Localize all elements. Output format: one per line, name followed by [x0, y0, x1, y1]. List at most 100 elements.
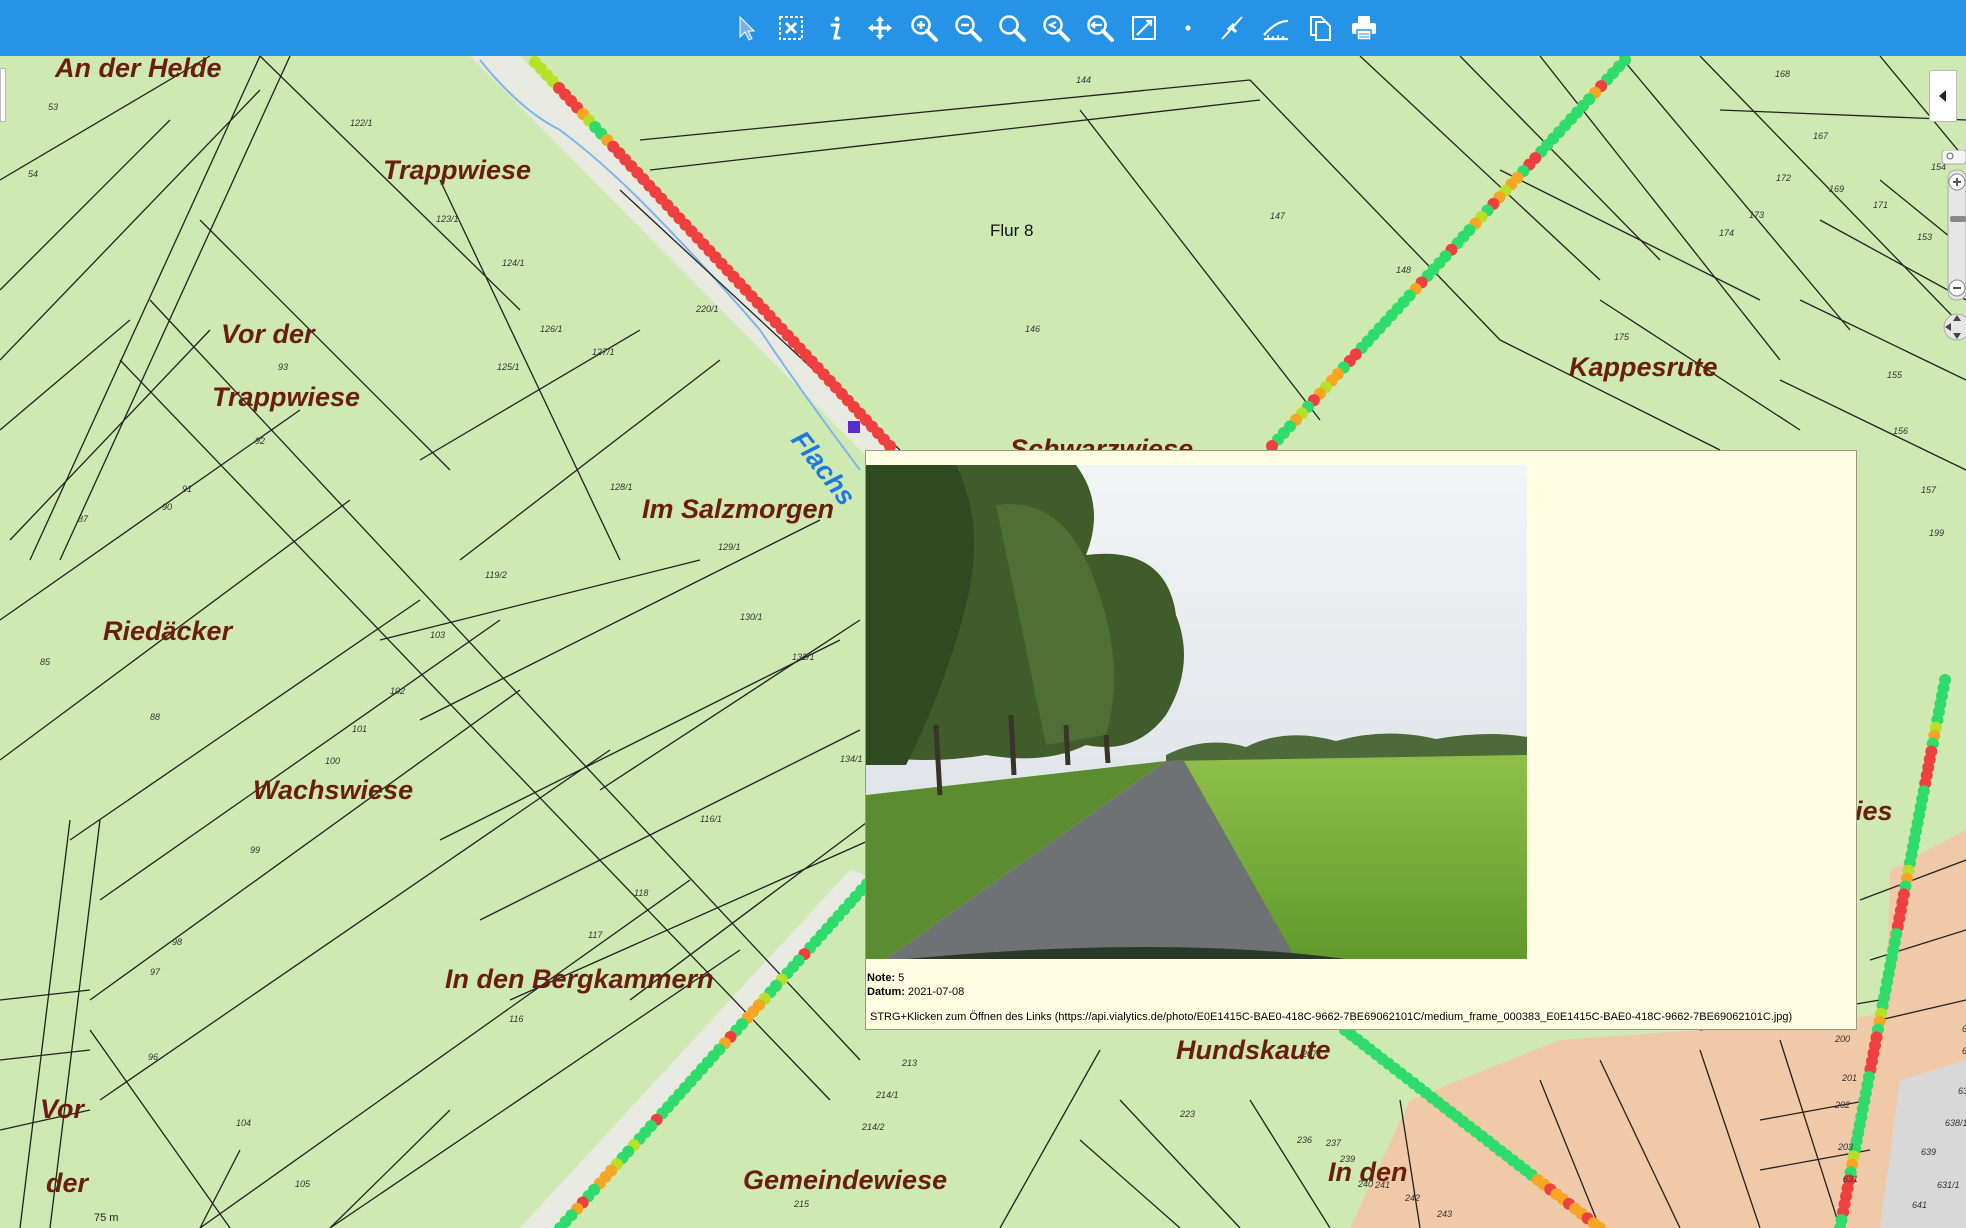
zoom-full-tool-button[interactable]: [993, 9, 1031, 47]
parcel-number: 200: [1834, 1034, 1850, 1044]
parcel-number: 146: [1025, 324, 1040, 334]
parcel-number: 126/1: [540, 324, 563, 334]
field-label-vor-der-trappwiese: Trappwiese: [212, 382, 360, 412]
parcel-number: 91: [182, 484, 192, 494]
parcel-number: 155: [1887, 370, 1903, 380]
parcel-number: 103: [430, 630, 445, 640]
field-label-der: der: [46, 1168, 90, 1198]
parcel-number: 54: [28, 169, 38, 179]
parcel-number: 240: [1357, 1179, 1373, 1189]
arrow-pointer-icon: [739, 15, 756, 41]
parcel-number: 122/1: [350, 118, 373, 128]
zoom-in-tool-button[interactable]: [905, 9, 943, 47]
parcel-number: 201: [1841, 1073, 1857, 1083]
photo-link[interactable]: STRG+Klicken zum Öffnen des Links (https…: [870, 1011, 1792, 1023]
zoom-back-icon: [1043, 15, 1070, 42]
parcel-number: 168: [1775, 69, 1790, 79]
move-arrows-icon: [868, 16, 892, 40]
zoom-previous-tool-button[interactable]: [1037, 9, 1075, 47]
date-row: Datum: 2021-07-08: [867, 986, 964, 998]
search-icon-box: [1941, 149, 1966, 165]
parcel-number: 633: [1962, 1024, 1966, 1034]
parcel-number: 93: [278, 362, 288, 372]
parcel-number: 214/2: [861, 1122, 885, 1132]
zoom-out-tool-button[interactable]: [949, 9, 987, 47]
parcel-number: 242: [1404, 1193, 1420, 1203]
field-label-vor-der: Vor der: [221, 319, 316, 349]
print-tool-button[interactable]: [1345, 9, 1383, 47]
parcel-number: 100: [325, 756, 340, 766]
parcel-number: 147: [1270, 211, 1286, 221]
parcel-number: 116: [509, 1014, 523, 1024]
map-toolbar: [0, 0, 1966, 56]
parcel-number: 175: [1614, 332, 1630, 342]
zoom-next-tool-button[interactable]: [1081, 9, 1119, 47]
parcel-number: 214/1: [875, 1090, 899, 1100]
parcel-number: 85: [40, 657, 51, 667]
parcel-number: 132/1: [792, 652, 815, 662]
parcel-number: 631: [1843, 1174, 1858, 1184]
select-tool-button[interactable]: [727, 9, 765, 47]
parcel-number: 119/2: [485, 570, 507, 580]
measure-line-tool-button[interactable]: [1125, 9, 1163, 47]
parcel-number: 124/1: [502, 258, 525, 268]
zoom-forward-icon: [1087, 15, 1114, 42]
parcel-number: 236: [1296, 1135, 1312, 1145]
parcel-number: 207: [1301, 1049, 1318, 1059]
note-value: 5: [898, 972, 905, 984]
parcel-number: 199: [1929, 528, 1944, 538]
snap-tool-button[interactable]: [1213, 9, 1251, 47]
parcel-number: 118: [634, 888, 648, 898]
parcel-number: 203: [1837, 1142, 1853, 1152]
note-row: Note: 5: [867, 972, 904, 984]
parcel-number: 223: [1179, 1109, 1195, 1119]
parcel-number: 127/1: [592, 347, 615, 357]
parcel-number: 638/1: [1945, 1118, 1966, 1128]
parcel-number: 98: [172, 937, 182, 947]
parcel-number: 101: [352, 724, 367, 734]
scale-bar-label: 75 m: [94, 1212, 119, 1224]
parcel-number: 87: [78, 514, 89, 524]
road-photo-image: [866, 465, 1527, 959]
info-tool-button[interactable]: [817, 9, 855, 47]
parcel-number: 171: [1873, 200, 1888, 210]
field-label-wachswiese: Wachswiese: [253, 775, 413, 805]
parcel-number: 241: [1374, 1180, 1390, 1190]
dot-icon: [1185, 25, 1191, 31]
parcel-number: 153: [1917, 232, 1932, 242]
parcel-number: 96: [148, 1052, 158, 1062]
collapse-panel-button[interactable]: [1929, 70, 1957, 122]
pin-line-icon: [1221, 16, 1243, 40]
parcel-number: 53: [48, 102, 58, 112]
left-panel-handle[interactable]: [0, 68, 6, 122]
parcel-number: 174: [1719, 228, 1734, 238]
parcel-number: 172: [1776, 173, 1791, 183]
copy-tool-button[interactable]: [1301, 9, 1339, 47]
measure-area-tool-button[interactable]: [1257, 9, 1295, 47]
clear-selection-tool-button[interactable]: [772, 9, 810, 47]
selected-photo-marker[interactable]: [848, 421, 860, 433]
parcel-number: 243: [1436, 1209, 1452, 1219]
parcel-number: 157: [1921, 485, 1937, 495]
parcel-number: 202: [1834, 1100, 1850, 1110]
parcel-number: 99: [250, 845, 260, 855]
pan-tool-button[interactable]: [861, 9, 899, 47]
parcel-number: 239: [1339, 1154, 1355, 1164]
date-value: 2021-07-08: [907, 986, 965, 998]
ruler-icon: [1263, 19, 1289, 41]
parcel-number: 125/1: [497, 362, 520, 372]
zoom-out-icon: [955, 15, 982, 42]
date-label: Datum:: [867, 986, 905, 998]
printer-icon: [1352, 16, 1376, 41]
point-tool-button[interactable]: [1169, 9, 1207, 47]
parcel-number: 92: [255, 436, 265, 446]
zoom-slider-handle[interactable]: [1950, 216, 1966, 222]
parcel-number: 641: [1912, 1200, 1927, 1210]
parcel-number: 104: [236, 1118, 251, 1128]
photo-info-popup[interactable]: Note: 5 Datum: 2021-07-08 STRG+Klicken z…: [865, 450, 1857, 1030]
parcel-number: 144: [1076, 75, 1091, 85]
road-photo[interactable]: [866, 465, 1527, 959]
parcel-number: 102: [390, 686, 405, 696]
field-label-in-den-bergkammern: In den Bergkammern: [445, 964, 714, 994]
parcel-number: 167: [1813, 131, 1829, 141]
